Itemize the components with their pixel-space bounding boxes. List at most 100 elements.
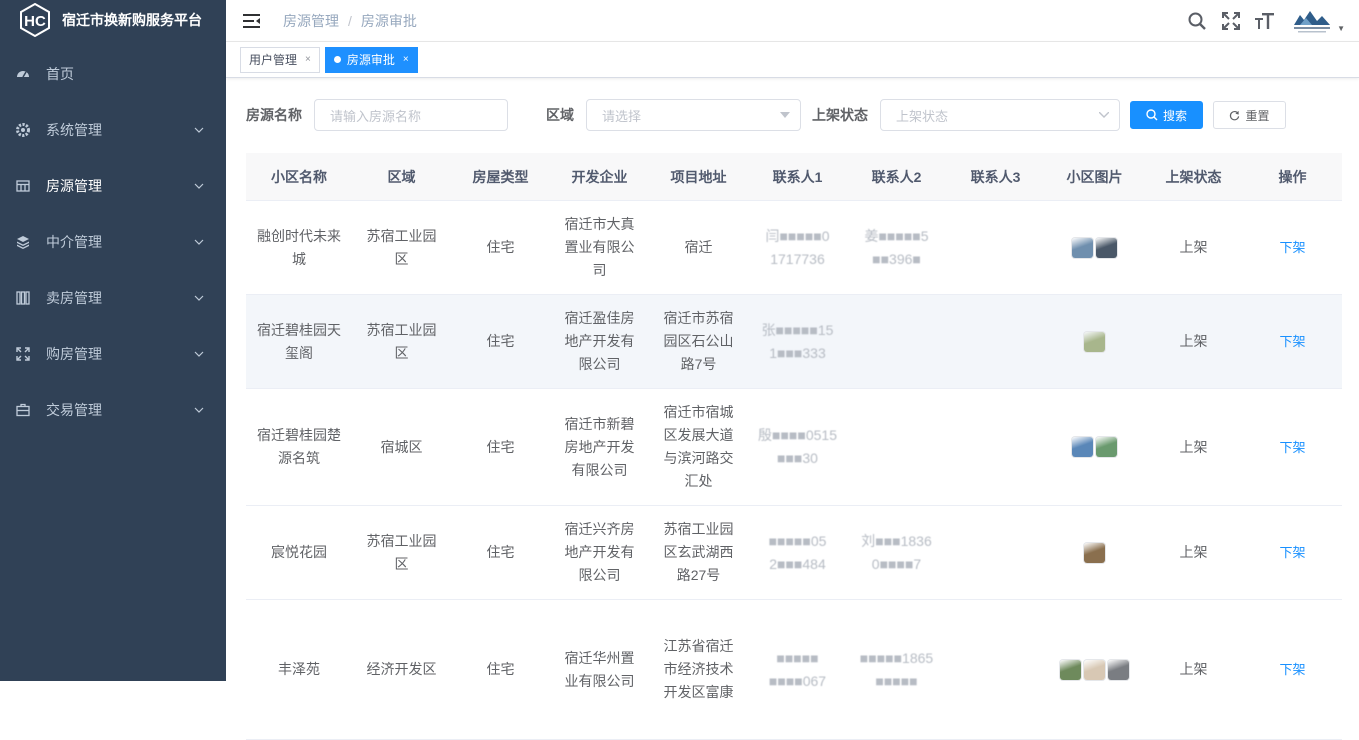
sidebar-item-0[interactable]: 首页 — [0, 46, 226, 102]
svg-text:HC: HC — [24, 13, 46, 30]
column-header: 项目地址 — [670, 168, 727, 185]
cell-developer: 宿迁华州置业有限公司 — [550, 600, 649, 739]
community-thumbnail[interactable] — [1096, 437, 1117, 457]
delist-link[interactable]: 下架 — [1279, 541, 1305, 564]
close-icon[interactable]: × — [305, 48, 311, 72]
cell-contact1: 殷■■■■0515 ■■■30 — [748, 389, 847, 505]
chevron-down-icon — [194, 183, 204, 189]
delist-link[interactable]: 下架 — [1279, 658, 1305, 681]
cell-images — [1045, 295, 1144, 388]
area-select[interactable]: 请选择 — [586, 99, 801, 131]
cell-area: 苏宿工业园区 — [352, 506, 451, 599]
chevron-down-icon — [1099, 112, 1109, 118]
column-header: 联系人1 — [772, 168, 823, 185]
caret-down-icon[interactable]: ▼ — [1337, 24, 1345, 33]
cell-contact2: 刘■■■1836 0■■■■7 — [847, 506, 946, 599]
cell-status: 上架 — [1144, 201, 1243, 294]
sidebar-item-2[interactable]: 房源管理 — [0, 158, 226, 214]
community-thumbnail[interactable] — [1096, 237, 1117, 258]
cell-images — [1045, 201, 1144, 294]
gear-icon — [16, 123, 30, 137]
column-header: 小区图片 — [1066, 168, 1123, 185]
tags-view: 用户管理 × 房源审批 × — [226, 42, 1359, 78]
sidebar-item-5[interactable]: 购房管理 — [0, 326, 226, 382]
cell-name: 融创时代未来城 — [246, 201, 352, 294]
contact2-text: ■■■■■1865 ■■■■■ — [859, 649, 934, 689]
cell-type: 住宅 — [451, 389, 550, 505]
delist-link[interactable]: 下架 — [1279, 330, 1305, 353]
sidebar-item-3[interactable]: 中介管理 — [0, 214, 226, 270]
reset-button[interactable]: 重置 — [1213, 101, 1286, 129]
sidebar-item-label: 首页 — [46, 66, 74, 82]
table-row: 丰泽苑 经济开发区 住宅 宿迁华州置业有限公司 江苏省宿迁市经济技术开发区富康 ■■■■■… — [246, 600, 1342, 740]
cell-area: 苏宿工业园区 — [352, 201, 451, 294]
community-thumbnail[interactable] — [1108, 659, 1129, 680]
cell-type: 住宅 — [451, 201, 550, 294]
fullscreen-icon[interactable] — [1221, 11, 1241, 31]
community-thumbnail[interactable] — [1084, 659, 1105, 680]
search-icon[interactable] — [1187, 11, 1207, 31]
close-icon[interactable]: × — [403, 48, 409, 72]
column-header: 上架状态 — [1165, 168, 1222, 185]
logo[interactable]: HC 宿迁市换新购服务平台 — [0, 0, 226, 40]
tab-0[interactable]: 用户管理 × — [240, 46, 320, 73]
community-thumbnail[interactable] — [1072, 237, 1093, 258]
area-text: 经济开发区 — [366, 661, 437, 677]
status-label: 上架状态 — [812, 107, 868, 123]
app-title: 宿迁市换新购服务平台 — [62, 12, 202, 28]
cell-action: 下架 — [1243, 295, 1342, 388]
right-menu: ▼ — [1173, 0, 1345, 42]
tab-label: 用户管理 — [249, 52, 298, 67]
hamburger-icon[interactable] — [243, 13, 261, 29]
cell-name: 宿迁碧桂园天玺阁 — [246, 295, 352, 388]
cell-developer: 宿迁市大真置业有限公司 — [550, 201, 649, 294]
column-header: 联系人2 — [871, 168, 922, 185]
name-text: 宸悦花园 — [271, 544, 327, 560]
cell-address: 宿迁 — [649, 201, 748, 294]
type-text: 住宅 — [486, 333, 515, 349]
cell-name: 丰泽苑 — [246, 600, 352, 739]
delist-link[interactable]: 下架 — [1279, 236, 1305, 259]
column-header: 小区名称 — [271, 168, 327, 185]
sidebar-item-1[interactable]: 系统管理 — [0, 102, 226, 158]
community-thumbnail[interactable] — [1084, 542, 1105, 563]
tab-label: 房源审批 — [346, 52, 395, 67]
columns-icon — [16, 291, 30, 305]
contact1-text: 张■■■■■15 1■■■333 — [761, 321, 834, 361]
address-text: 宿迁市宿城区发展大道与滨河路交汇处 — [663, 404, 734, 489]
community-thumbnail[interactable] — [1084, 331, 1105, 352]
column-header: 区域 — [387, 168, 416, 185]
status-select[interactable]: 上架状态 — [880, 99, 1120, 131]
cell-developer: 宿迁盈佳房地产开发有限公司 — [550, 295, 649, 388]
avatar[interactable] — [1289, 6, 1335, 36]
community-thumbnail[interactable] — [1072, 437, 1093, 457]
sidebar-item-6[interactable]: 交易管理 — [0, 382, 226, 438]
chevron-down-icon — [194, 127, 204, 133]
breadcrumb: 房源管理 / 房源审批 — [283, 11, 417, 31]
font-size-icon[interactable] — [1255, 11, 1275, 31]
name-input[interactable]: 请输入房源名称 — [314, 99, 508, 131]
dashboard-icon — [16, 67, 30, 81]
contact1-text: 殷■■■■0515 ■■■30 — [758, 427, 837, 466]
table-row: 宿迁碧桂园天玺阁 苏宿工业园区 住宅 宿迁盈佳房地产开发有限公司 宿迁市苏宿园区石公山路… — [246, 295, 1342, 389]
cell-contact2 — [847, 389, 946, 505]
cell-contact2: 姜■■■■■5 ■■396■ — [847, 201, 946, 294]
sidebar-item-label: 系统管理 — [46, 122, 102, 138]
developer-text: 宿迁兴齐房地产开发有限公司 — [564, 521, 635, 583]
contact1-text: ■■■■■05 2■■■484 — [768, 532, 827, 572]
type-text: 住宅 — [486, 544, 515, 560]
chevron-down-icon — [194, 295, 204, 301]
hc-logo-icon: HC — [18, 3, 52, 37]
breadcrumb-item-1[interactable]: 房源管理 — [283, 11, 339, 31]
delist-link[interactable]: 下架 — [1279, 436, 1305, 459]
community-thumbnail[interactable] — [1060, 659, 1081, 680]
cell-area: 经济开发区 — [352, 600, 451, 739]
tab-1[interactable]: 房源审批 × — [324, 46, 418, 73]
search-button[interactable]: 搜索 — [1130, 101, 1203, 129]
table-row: 宿迁碧桂园楚源名筑 宿城区 住宅 宿迁市新碧房地产开发有限公司 宿迁市宿城区发展大道与滨… — [246, 389, 1342, 506]
cell-contact3 — [946, 295, 1045, 388]
address-text: 苏宿工业园区玄武湖西路27号 — [663, 521, 734, 583]
area-text: 苏宿工业园区 — [366, 532, 437, 572]
sidebar-item-4[interactable]: 卖房管理 — [0, 270, 226, 326]
sidebar-item-label: 交易管理 — [46, 402, 102, 418]
